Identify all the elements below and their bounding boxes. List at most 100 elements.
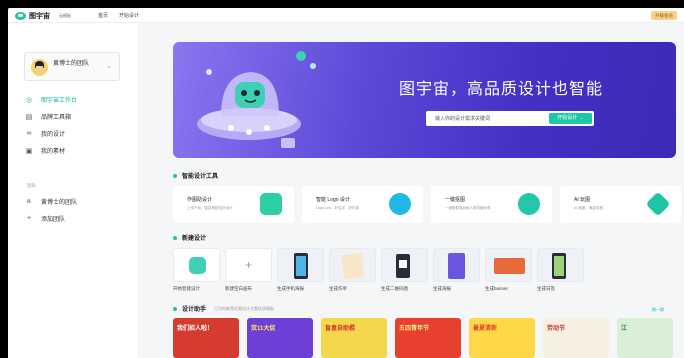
- sidebar-item-label: 图宇宙工作台: [41, 98, 78, 104]
- upgrade-button[interactable]: 升级会员: [651, 11, 677, 20]
- create-item[interactable]: 生成banner: [485, 248, 532, 292]
- start-design-button[interactable]: 开始设计 →: [549, 113, 592, 124]
- banner-title: 图宇宙，高品质设计也智能: [399, 81, 604, 98]
- template-text: 江: [621, 326, 628, 332]
- refresh-link[interactable]: 换一换: [652, 307, 664, 313]
- create-item[interactable]: 生成手机海报: [277, 248, 324, 292]
- smart-tools-list: 作图助设计 上传产品，智能搭配出好设计 智能 Logo 设计 Logo.Link…: [173, 186, 681, 223]
- section-dot-icon: [173, 306, 177, 311]
- tool-desc: 上传产品，智能搭配出好设计: [187, 206, 233, 210]
- new-design-heading: 新建设计: [173, 233, 206, 242]
- top-nav: 首页 开始设计: [98, 12, 139, 19]
- robot-icon: [173, 248, 220, 282]
- template-text: 我们招人啦！: [177, 326, 214, 332]
- phone-poster-icon: [277, 248, 324, 282]
- smart-design-icon: [260, 193, 282, 215]
- assistant-heading: 设计助手 已为你推荐近期设计主题优质模板: [173, 304, 274, 313]
- template-list: 我们招人啦！ 双11大促 盲盒自助棍 五四青年节 暑夏清新 劳动节 江: [173, 318, 673, 358]
- template-text: 双11大促: [251, 326, 276, 332]
- search-input[interactable]: 输入你的设计需求关键词: [435, 115, 490, 122]
- template-card[interactable]: 暑夏清新: [469, 318, 535, 358]
- logo-tag: 云模板: [59, 13, 71, 18]
- design-search[interactable]: 输入你的设计需求关键词 开始设计 →: [426, 111, 594, 126]
- tool-card[interactable]: 智能 Logo 设计 Logo.Link，好名字，好形象: [302, 186, 423, 223]
- sidebar-item-label: 黄博士的团队: [41, 200, 78, 206]
- nav-home[interactable]: 首页: [98, 12, 108, 19]
- template-text: 暑夏清新: [473, 326, 498, 332]
- create-item[interactable]: 开始智能设计: [173, 248, 220, 292]
- template-text: 五四青年节: [399, 326, 430, 332]
- tool-name: 一键抠图: [445, 197, 466, 203]
- create-item[interactable]: 生成海报: [433, 248, 480, 292]
- planet-icon: ◎: [25, 96, 33, 104]
- create-label: 生成banner: [485, 286, 509, 291]
- create-item[interactable]: 生成日签: [537, 248, 584, 292]
- sidebar-item-my-assets[interactable]: ▣ 我的素材: [24, 142, 124, 159]
- template-text: 劳动节: [547, 326, 566, 332]
- create-label: 生成二维码图: [381, 286, 408, 291]
- tool-name: 智能 Logo 设计: [316, 197, 350, 203]
- template-card[interactable]: 劳动节: [543, 318, 609, 358]
- top-bar: 图宇宙 云模板 首页 开始设计 升级会员: [8, 8, 684, 23]
- logo-text: 图宇宙: [29, 13, 50, 20]
- chevron-down-icon: ⌄: [106, 63, 112, 70]
- plus-icon: +: [26, 215, 32, 222]
- hero-banner: 图宇宙，高品质设计也智能 输入你的设计需求关键词 开始设计 →: [173, 42, 676, 158]
- sidebar-item-team[interactable]: ጰ 黄博士的团队: [24, 193, 124, 210]
- logo-icon: [389, 193, 411, 215]
- template-card[interactable]: 盲盒自助棍: [321, 318, 387, 358]
- create-item[interactable]: 生成作单: [329, 248, 376, 292]
- template-card[interactable]: 五四青年节: [395, 318, 461, 358]
- nav-start-design[interactable]: 开始设计: [119, 12, 139, 19]
- poster-icon: [433, 248, 480, 282]
- team-nav: ጰ 黄博士的团队 + 添加团队: [24, 193, 124, 227]
- section-title: 新建设计: [182, 236, 207, 242]
- smart-tools-heading: 智能设计工具: [173, 171, 218, 180]
- create-label: 生成海报: [433, 286, 451, 291]
- team-section-title: 团队: [27, 183, 36, 188]
- tool-name: 作图助设计: [187, 197, 213, 203]
- sidebar-item-label: 我的素材: [41, 149, 66, 155]
- template-card[interactable]: 江: [617, 318, 673, 358]
- sidebar: 黄博士的团队 ⌄ ◎ 图宇宙工作台 ▤ 品牌工具箱 ∞ 我的设计 ▣ 我的素材 …: [8, 23, 138, 358]
- tool-card[interactable]: 作图助设计 上传产品，智能搭配出好设计: [173, 186, 294, 223]
- new-design-list: 开始智能设计 + 新建空白画布 生成手机海报 生成作单 生成二维码图 生成海报 …: [173, 248, 584, 292]
- tool-desc: AI 画图，海量风格: [574, 206, 603, 210]
- sidebar-item-workbench[interactable]: ◎ 图宇宙工作台: [24, 91, 124, 108]
- banner-icon: [485, 248, 532, 282]
- create-label: 开始智能设计: [173, 286, 200, 291]
- team-icon: ጰ: [26, 197, 32, 205]
- section-title: 设计助手: [182, 307, 207, 313]
- sidebar-item-label: 品牌工具箱: [41, 115, 72, 121]
- sidebar-item-brand-toolbox[interactable]: ▤ 品牌工具箱: [24, 108, 124, 125]
- logo[interactable]: 图宇宙 云模板: [15, 11, 71, 21]
- team-name: 黄博士的团队: [53, 61, 90, 67]
- create-item[interactable]: + 新建空白画布: [225, 248, 272, 292]
- team-switcher[interactable]: 黄博士的团队 ⌄: [24, 52, 120, 81]
- template-card[interactable]: 我们招人啦！: [173, 318, 239, 358]
- create-item[interactable]: 生成二维码图: [381, 248, 428, 292]
- menu-icon: [329, 248, 376, 282]
- planet-logo-icon: [15, 12, 26, 20]
- create-label: 生成作单: [329, 286, 347, 291]
- sidebar-item-label: 添加团队: [41, 217, 66, 223]
- sidebar-item-my-designs[interactable]: ∞ 我的设计: [24, 125, 124, 142]
- create-label: 生成日签: [537, 286, 555, 291]
- tool-card[interactable]: 一键抠图 一键抠取商品和人像背景轮廓: [431, 186, 552, 223]
- app-window: 图宇宙 云模板 首页 开始设计 升级会员 黄博士的团队 ⌄ ◎ 图宇宙工作台 ▤…: [8, 8, 684, 358]
- sidebar-nav: ◎ 图宇宙工作台 ▤ 品牌工具箱 ∞ 我的设计 ▣ 我的素材: [24, 91, 124, 159]
- create-label: 新建空白画布: [225, 286, 252, 291]
- tool-name: AI 玩图: [574, 197, 591, 203]
- create-label: 生成手机海报: [277, 286, 304, 291]
- link-icon: ∞: [26, 130, 32, 137]
- tool-card[interactable]: AI 玩图 AI 画图，海量风格: [560, 186, 681, 223]
- sidebar-item-add-team[interactable]: + 添加团队: [24, 210, 124, 227]
- plus-icon: +: [225, 248, 272, 282]
- robot-ufo-illustration: [197, 51, 316, 148]
- section-subtitle: 已为你推荐近期设计主题优质模板: [214, 305, 275, 311]
- section-title: 智能设计工具: [182, 174, 219, 180]
- ai-icon: [645, 191, 671, 217]
- template-card[interactable]: 双11大促: [247, 318, 313, 358]
- tool-desc: Logo.Link，好名字，好形象: [316, 206, 360, 210]
- qrcode-icon: [381, 248, 428, 282]
